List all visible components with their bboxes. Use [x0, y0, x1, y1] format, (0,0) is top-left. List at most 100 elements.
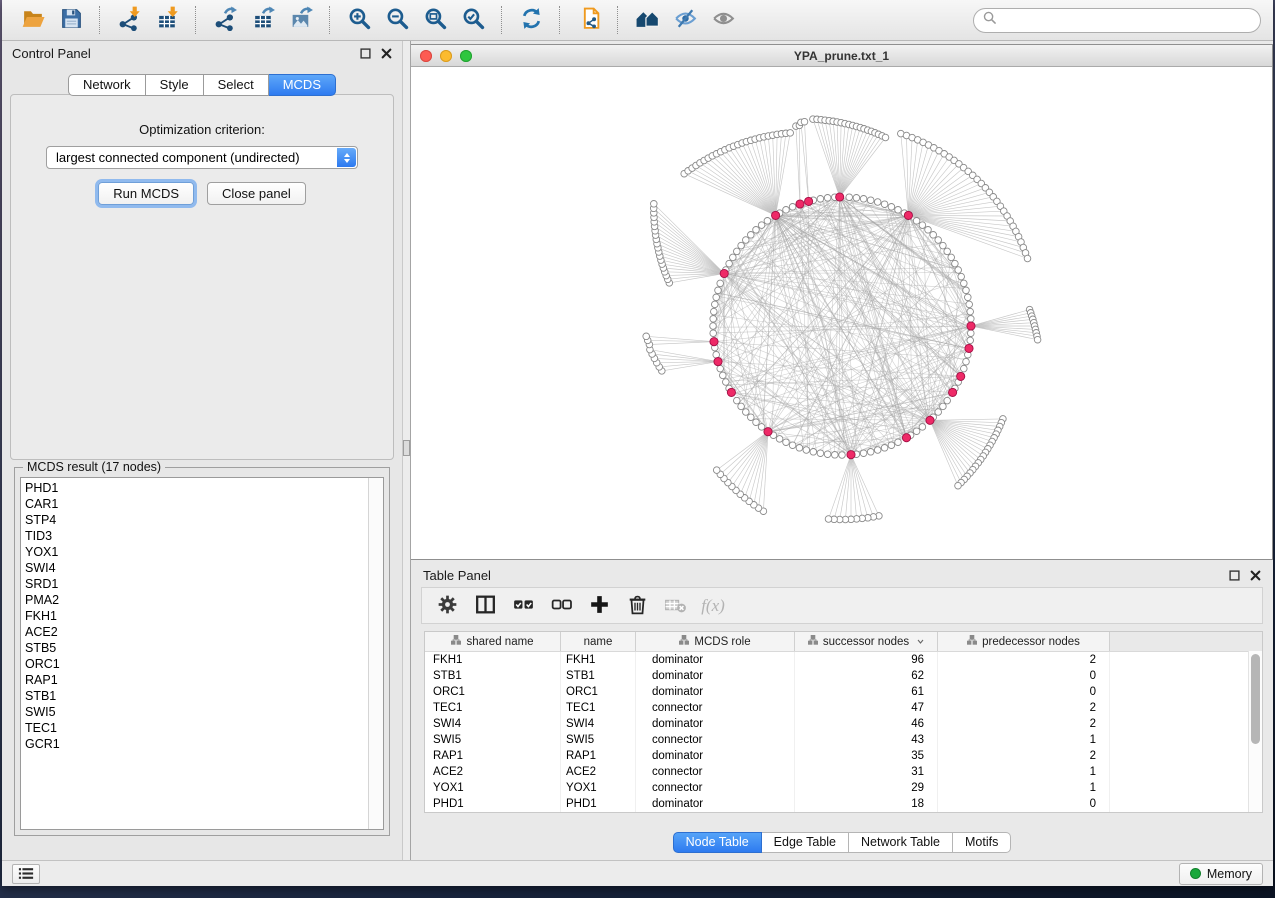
table-cell[interactable]: TEC1	[425, 700, 561, 716]
vertical-splitter[interactable]	[402, 41, 411, 860]
tab-style[interactable]: Style	[146, 74, 204, 96]
zoom-selected-button[interactable]	[458, 5, 488, 35]
table-cell[interactable]: FKH1	[561, 652, 636, 668]
table-cell[interactable]: 61	[795, 684, 938, 700]
table-scrollbar[interactable]	[1248, 651, 1262, 812]
tab-network[interactable]: Network	[68, 74, 146, 96]
table-cell[interactable]: FKH1	[425, 652, 561, 668]
close-table-panel-icon[interactable]	[1250, 570, 1261, 581]
table-row[interactable]: PHD1PHD1dominator180	[425, 796, 1262, 812]
table-cell[interactable]: RAP1	[425, 748, 561, 764]
search-input[interactable]	[1002, 12, 1251, 28]
mcds-result-item[interactable]: CAR1	[25, 496, 368, 512]
delete-column-button[interactable]	[624, 593, 650, 619]
column-header-predecessor-nodes[interactable]: predecessor nodes	[938, 632, 1110, 651]
table-cell[interactable]: 2	[938, 716, 1110, 732]
table-cell[interactable]: ACE2	[425, 764, 561, 780]
table-cell[interactable]: SWI5	[425, 732, 561, 748]
mcds-list-scrollbar[interactable]	[368, 478, 383, 829]
zoom-in-button[interactable]	[344, 5, 374, 35]
table-cell[interactable]: dominator	[636, 652, 795, 668]
table-cell[interactable]: connector	[636, 700, 795, 716]
table-cell[interactable]: PHD1	[425, 796, 561, 812]
table-cell[interactable]: 43	[795, 732, 938, 748]
table-cell[interactable]: SWI5	[561, 732, 636, 748]
zoom-fit-button[interactable]	[420, 5, 450, 35]
table-cell[interactable]: 2	[938, 748, 1110, 764]
tab-network-table[interactable]: Network Table	[849, 832, 953, 853]
mcds-result-item[interactable]: TEC1	[25, 720, 368, 736]
export-image-button[interactable]	[286, 5, 316, 35]
table-scrollbar-thumb[interactable]	[1251, 654, 1260, 744]
home-sites-button[interactable]	[632, 5, 662, 35]
table-cell[interactable]: dominator	[636, 716, 795, 732]
table-cell[interactable]: 46	[795, 716, 938, 732]
table-row[interactable]: ACE2ACE2connector311	[425, 764, 1262, 780]
table-cell[interactable]: 0	[938, 796, 1110, 812]
close-panel-button[interactable]: Close panel	[207, 182, 306, 205]
table-row[interactable]: TEC1TEC1connector472	[425, 700, 1262, 716]
table-cell[interactable]: 2	[938, 652, 1110, 668]
table-cell[interactable]: 0	[938, 684, 1110, 700]
table-cell[interactable]: ORC1	[561, 684, 636, 700]
tab-node-table[interactable]: Node Table	[673, 832, 762, 853]
table-cell[interactable]: dominator	[636, 748, 795, 764]
column-header-name[interactable]: name	[561, 632, 636, 651]
table-cell[interactable]: 62	[795, 668, 938, 684]
tab-motifs[interactable]: Motifs	[953, 832, 1011, 853]
mcds-result-item[interactable]: ORC1	[25, 656, 368, 672]
table-cell[interactable]: 1	[938, 780, 1110, 796]
mcds-result-item[interactable]: YOX1	[25, 544, 368, 560]
float-panel-icon[interactable]	[360, 48, 371, 59]
mcds-result-item[interactable]: PMA2	[25, 592, 368, 608]
mcds-result-item[interactable]: RAP1	[25, 672, 368, 688]
window-close-icon[interactable]	[420, 50, 432, 62]
mcds-result-item[interactable]: TID3	[25, 528, 368, 544]
table-cell[interactable]: YOX1	[425, 780, 561, 796]
table-cell[interactable]: ACE2	[561, 764, 636, 780]
table-cell[interactable]: 0	[938, 668, 1110, 684]
table-cell[interactable]: connector	[636, 780, 795, 796]
open-session-button[interactable]	[18, 5, 48, 35]
run-mcds-button[interactable]: Run MCDS	[98, 182, 194, 205]
table-cell[interactable]: 1	[938, 764, 1110, 780]
table-cell[interactable]: RAP1	[561, 748, 636, 764]
table-cell[interactable]: 47	[795, 700, 938, 716]
table-cell[interactable]: dominator	[636, 668, 795, 684]
table-cell[interactable]: connector	[636, 764, 795, 780]
table-cell[interactable]: connector	[636, 732, 795, 748]
add-column-button[interactable]	[586, 593, 612, 619]
network-canvas[interactable]	[411, 67, 1272, 559]
import-table-button[interactable]	[152, 5, 182, 35]
table-cell[interactable]: YOX1	[561, 780, 636, 796]
table-cell[interactable]: 35	[795, 748, 938, 764]
search-field[interactable]	[973, 8, 1261, 33]
table-cell[interactable]: dominator	[636, 796, 795, 812]
task-history-button[interactable]	[12, 864, 40, 884]
table-settings-button[interactable]	[434, 593, 460, 619]
mcds-result-item[interactable]: PHD1	[25, 480, 368, 496]
close-panel-icon[interactable]	[381, 48, 392, 59]
table-cell[interactable]: STB1	[561, 668, 636, 684]
refresh-view-button[interactable]	[516, 5, 546, 35]
table-row[interactable]: RAP1RAP1dominator352	[425, 748, 1262, 764]
splitter-handle[interactable]	[403, 440, 410, 456]
network-window-titlebar[interactable]: YPA_prune.txt_1	[411, 45, 1272, 67]
table-cell[interactable]: SWI4	[425, 716, 561, 732]
mcds-result-item[interactable]: SWI4	[25, 560, 368, 576]
network-file-button[interactable]	[574, 5, 604, 35]
column-header-shared-name[interactable]: shared name	[425, 632, 561, 651]
optimization-criterion-select[interactable]: largest connected component (undirected)	[46, 146, 358, 169]
table-row[interactable]: ORC1ORC1dominator610	[425, 684, 1262, 700]
zoom-out-button[interactable]	[382, 5, 412, 35]
table-cell[interactable]: STB1	[425, 668, 561, 684]
save-session-button[interactable]	[56, 5, 86, 35]
mcds-result-item[interactable]: GCR1	[25, 736, 368, 752]
table-cell[interactable]: 1	[938, 732, 1110, 748]
import-network-button[interactable]	[114, 5, 144, 35]
table-cell[interactable]: dominator	[636, 684, 795, 700]
hide-graphics-details-button[interactable]	[670, 5, 700, 35]
memory-button[interactable]: Memory	[1179, 863, 1263, 885]
table-cell[interactable]: PHD1	[561, 796, 636, 812]
mcds-result-item[interactable]: STB5	[25, 640, 368, 656]
